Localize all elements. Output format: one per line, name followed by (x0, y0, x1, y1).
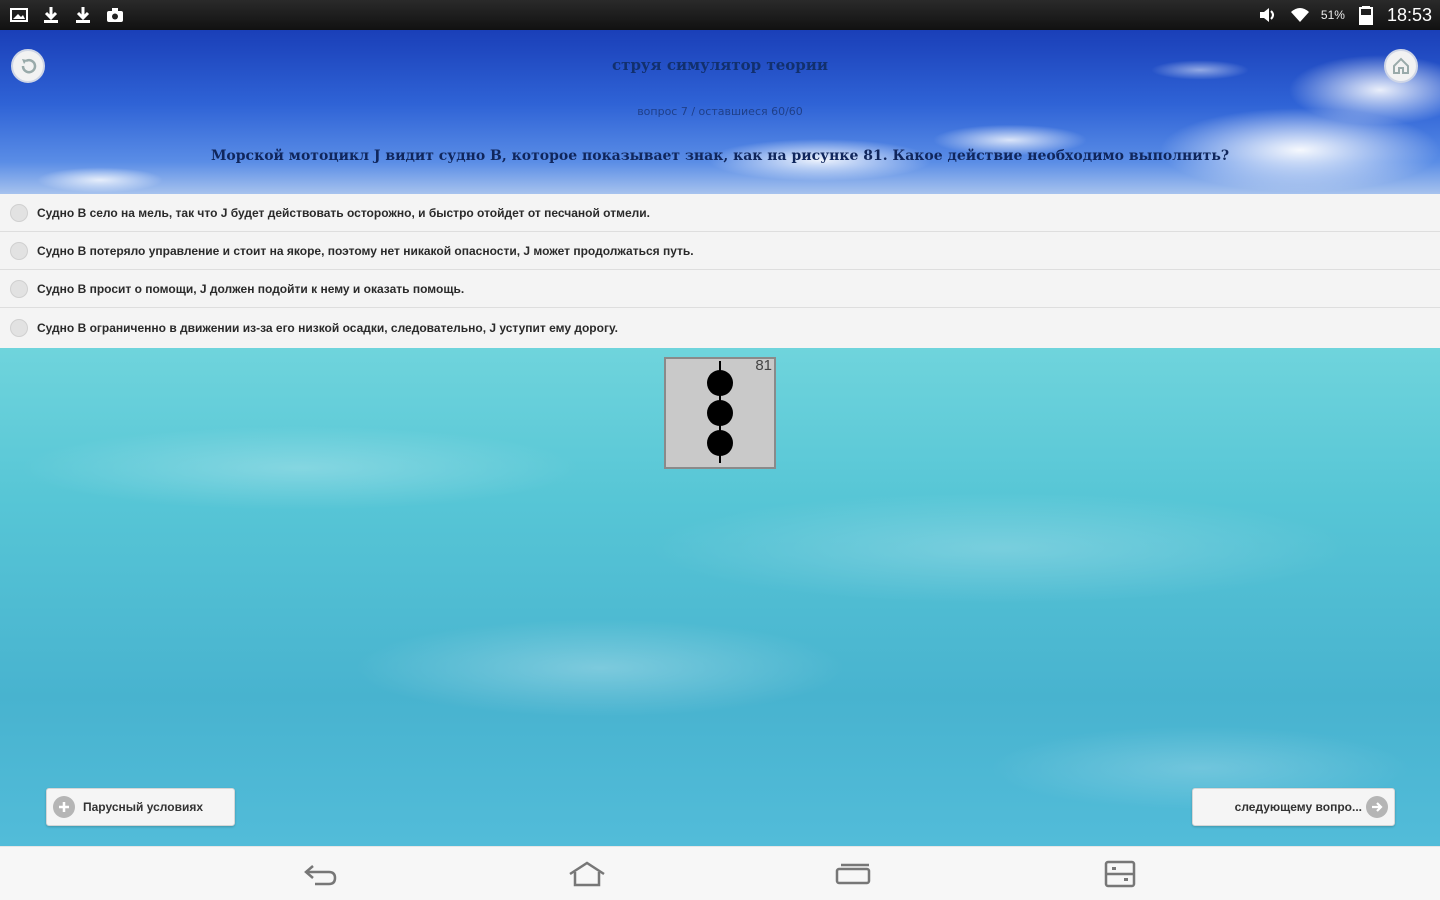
answer-option[interactable]: Судно B потеряло управление и стоит на я… (0, 232, 1440, 270)
gallery-icon (8, 5, 30, 25)
sailing-conditions-label: Парусный условиях (83, 800, 203, 814)
radio-button[interactable] (10, 241, 28, 260)
app-screen: струя симулятор теории вопрос 7 / оставш… (0, 30, 1440, 846)
status-bar: 51% 18:53 (0, 0, 1440, 30)
camera-icon (104, 5, 126, 25)
volume-icon (1257, 5, 1279, 25)
radio-button[interactable] (10, 203, 28, 222)
navigation-bar (0, 846, 1440, 900)
download-icon (40, 5, 62, 25)
answer-option[interactable]: Судно B ограниченно в движении из-за его… (0, 308, 1440, 348)
signal-figure: 81 (664, 357, 776, 469)
multiwindow-icon (1104, 860, 1136, 888)
home-nav-button[interactable] (563, 857, 611, 891)
answer-option[interactable]: Судно B село на мель, так что J будет де… (0, 194, 1440, 232)
radio-button[interactable] (10, 279, 28, 298)
answer-option[interactable]: Судно B просит о помощи, J должен подойт… (0, 270, 1440, 308)
next-question-button[interactable]: следующему вопро... (1192, 788, 1395, 826)
recent-apps-icon (835, 863, 871, 885)
status-system: 51% 18:53 (1257, 5, 1432, 26)
answer-label: Судно B село на мель, так что J будет де… (37, 205, 650, 220)
figure-number: 81 (755, 357, 772, 374)
clock: 18:53 (1386, 4, 1432, 25)
back-nav-icon (304, 865, 337, 886)
download-icon (72, 5, 94, 25)
home-nav-icon (569, 861, 605, 887)
answer-list: Судно B село на мель, так что J будет де… (0, 194, 1440, 348)
answer-label: Судно B просит о помощи, J должен подойт… (37, 281, 465, 296)
next-question-label: следующему вопро... (1234, 800, 1362, 814)
arrow-right-icon (1366, 796, 1388, 818)
radio-button[interactable] (10, 319, 28, 337)
recent-apps-button[interactable] (829, 857, 877, 891)
multiwindow-button[interactable] (1096, 857, 1144, 891)
plus-icon (53, 796, 75, 818)
back-nav-button[interactable] (297, 857, 345, 891)
status-notifications (8, 5, 126, 25)
three-balls-signal-icon (707, 361, 733, 463)
answer-label: Судно B ограниченно в движении из-за его… (37, 321, 618, 335)
app-title: струя симулятор теории (612, 56, 828, 74)
battery-icon (1355, 5, 1377, 25)
wifi-icon (1289, 5, 1311, 25)
battery-percent: 51% (1320, 8, 1345, 22)
sailing-conditions-button[interactable]: Парусный условиях (46, 788, 235, 826)
question-counter: вопрос 7 / оставшиеся 60/60 (637, 105, 803, 118)
question-text: Морской мотоцикл J видит судно B, которо… (210, 148, 1230, 164)
answer-label: Судно B потеряло управление и стоит на я… (37, 243, 694, 258)
